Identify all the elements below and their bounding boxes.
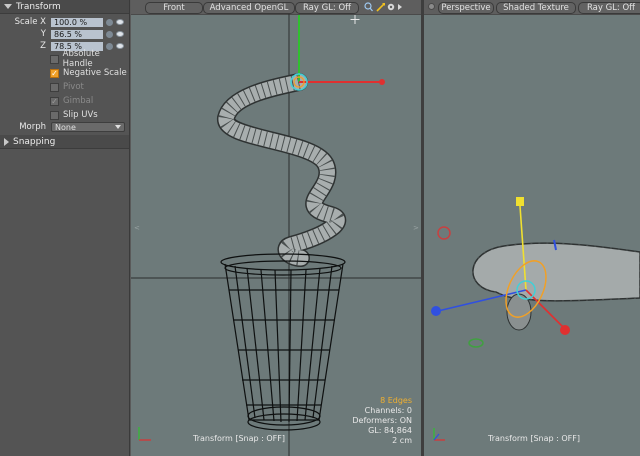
scale-z-label: Z bbox=[40, 41, 46, 51]
morph-value: None bbox=[55, 122, 76, 132]
morph-dropdown[interactable]: None bbox=[51, 122, 125, 132]
snapping-title: Snapping bbox=[13, 136, 56, 147]
right-edge-marker: > bbox=[413, 224, 419, 232]
scale-y-row: Y 86.5 % bbox=[0, 29, 130, 39]
absolute-handle-checkbox[interactable] bbox=[50, 54, 59, 64]
move-cursor-icon bbox=[350, 15, 360, 24]
front-status-text: Transform [Snap : OFF] bbox=[193, 434, 285, 443]
expand-triangle-icon bbox=[4, 4, 12, 9]
morph-row: Morph None bbox=[0, 122, 130, 132]
eye-icon[interactable] bbox=[116, 31, 124, 37]
channel-dot-icon[interactable] bbox=[106, 18, 113, 26]
negative-scale-checkbox[interactable]: ✓ bbox=[50, 68, 59, 78]
straw-perspective-model bbox=[472, 242, 640, 331]
cup-wireframe-model bbox=[220, 253, 346, 431]
transform-section-header[interactable]: Transform bbox=[0, 0, 129, 14]
perspective-viewport[interactable]: Perspective Shaded Texture Ray GL: Off T… bbox=[424, 0, 640, 456]
slip-uvs-option[interactable]: Slip UVs bbox=[50, 109, 98, 121]
negative-scale-label: Negative Scale bbox=[63, 68, 127, 78]
chevron-down-icon bbox=[115, 125, 121, 129]
front-viewport[interactable]: Front Advanced OpenGL Ray GL: Off < > 8 … bbox=[131, 0, 421, 456]
scale-y-field[interactable]: 86.5 % bbox=[51, 29, 103, 39]
perspective-scene bbox=[431, 197, 640, 441]
left-edge-marker: < bbox=[134, 224, 140, 232]
pivot-option: Pivot bbox=[50, 81, 84, 93]
slip-uvs-checkbox[interactable] bbox=[50, 110, 59, 120]
scale-y-label: Y bbox=[40, 29, 46, 39]
gl-poly-count: GL: 84,864 bbox=[368, 426, 412, 435]
negative-scale-option[interactable]: ✓ Negative Scale bbox=[50, 67, 127, 79]
absolute-handle-label: Absolute Handle bbox=[62, 49, 100, 69]
transform-title: Transform bbox=[16, 1, 61, 12]
absolute-handle-option[interactable]: Absolute Handle bbox=[50, 49, 129, 69]
pivot-checkbox bbox=[50, 82, 59, 92]
scale-x-label: Scale X bbox=[14, 17, 46, 27]
channels-count: Channels: 0 bbox=[364, 406, 412, 415]
axis-indicator-icon bbox=[138, 427, 151, 441]
gimbal-label: Gimbal bbox=[63, 96, 94, 106]
gimbal-option: ✓ Gimbal bbox=[50, 95, 93, 107]
tool-properties-panel: Transform Scale X 100.0 % Y 86.5 % Z 78.… bbox=[0, 0, 130, 456]
morph-label: Morph bbox=[19, 122, 46, 132]
grid-scale: 2 cm bbox=[392, 436, 412, 445]
channel-dot-icon[interactable] bbox=[106, 30, 113, 38]
axis-indicator-icon bbox=[433, 428, 445, 441]
deformers-status: Deformers: ON bbox=[352, 416, 412, 425]
collapsed-triangle-icon bbox=[4, 137, 9, 146]
edges-count: 8 Edges bbox=[380, 396, 412, 405]
front-scene: < > bbox=[131, 14, 421, 456]
gimbal-checkbox: ✓ bbox=[50, 96, 59, 106]
spiral-straw-model bbox=[217, 73, 347, 267]
eye-icon[interactable] bbox=[116, 19, 124, 25]
scale-x-row: Scale X 100.0 % bbox=[0, 17, 130, 27]
perspective-status-text: Transform [Snap : OFF] bbox=[488, 434, 580, 443]
slip-uvs-label: Slip UVs bbox=[63, 110, 98, 120]
snapping-section-header[interactable]: Snapping bbox=[0, 135, 129, 149]
scene-stats-readout: 8 Edges Channels: 0 Deformers: ON GL: 84… bbox=[352, 396, 412, 446]
scale-x-field[interactable]: 100.0 % bbox=[51, 17, 103, 27]
pivot-label: Pivot bbox=[63, 82, 84, 92]
